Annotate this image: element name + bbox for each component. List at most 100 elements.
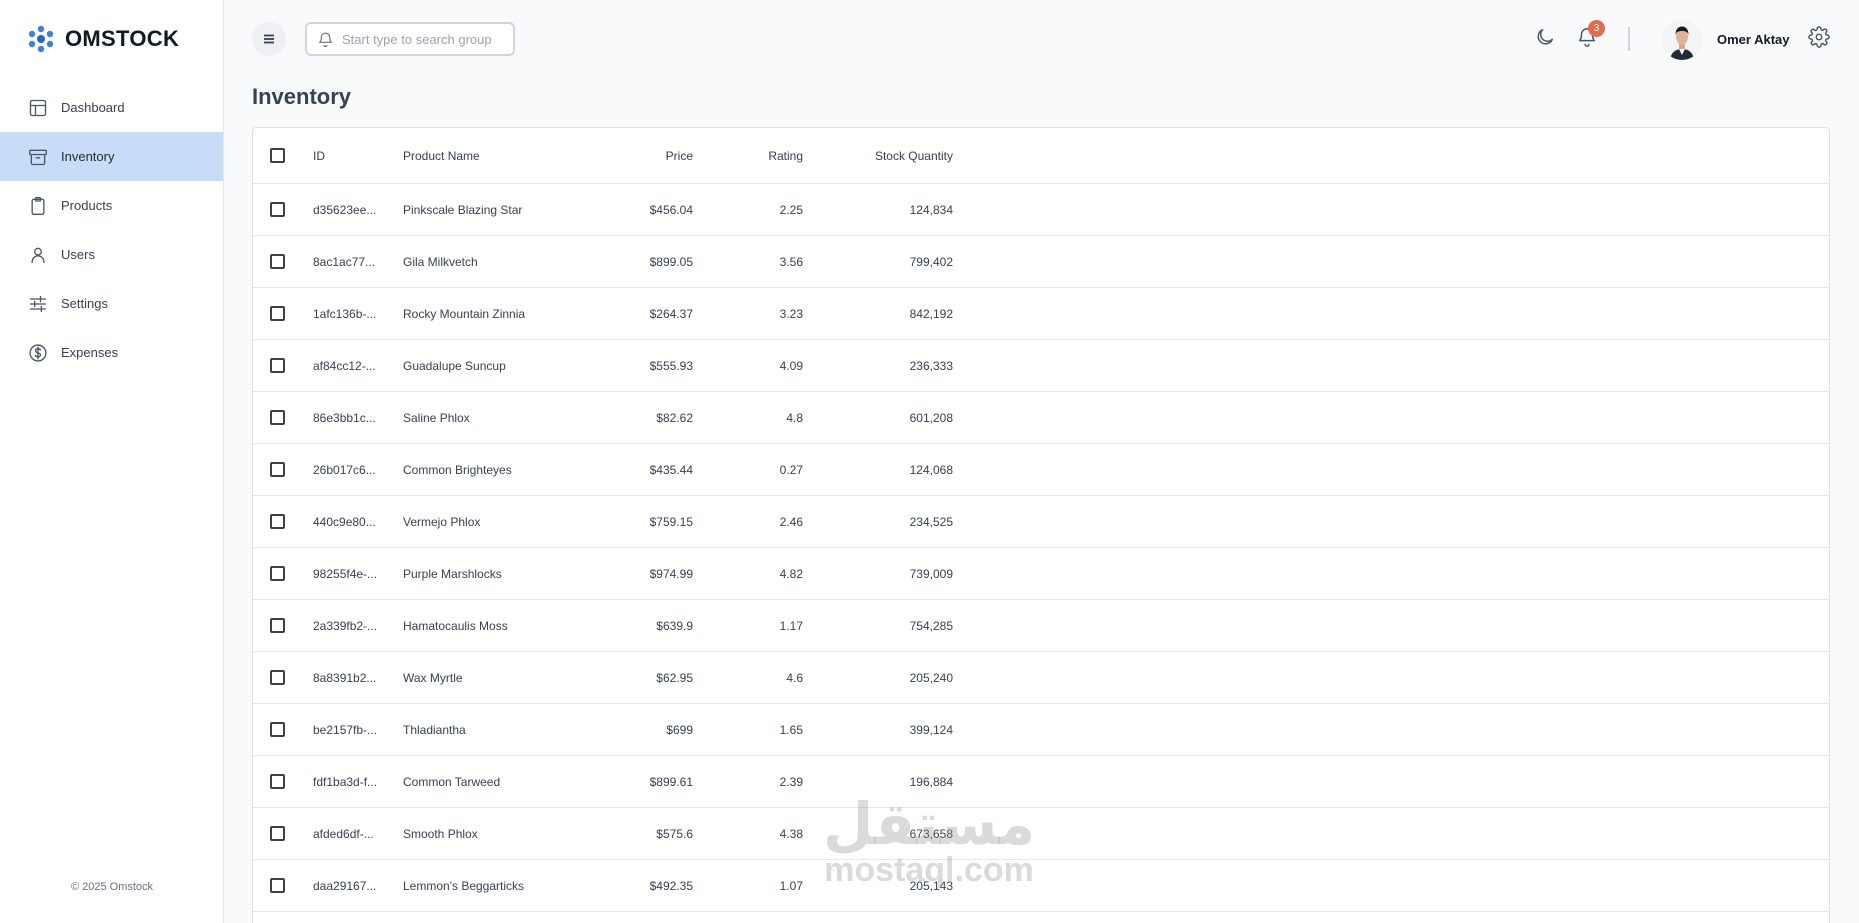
- brand[interactable]: OMSTOCK: [27, 24, 179, 54]
- dollar-circle-icon: [27, 342, 49, 364]
- cell-product-name: Guadalupe Suncup: [403, 358, 506, 373]
- table-row[interactable]: d35623ee... Pinkscale Blazing Star $456.04…: [253, 184, 1829, 236]
- cell-price: $899.05: [649, 254, 693, 269]
- cell-product-name: Hamatocaulis Moss: [403, 618, 508, 633]
- row-checkbox[interactable]: [270, 774, 285, 789]
- row-checkbox[interactable]: [270, 826, 285, 841]
- cell-id-text: d35623ee...: [313, 202, 377, 217]
- sidebar-item-label: Users: [61, 247, 95, 262]
- row-checkbox[interactable]: [270, 254, 285, 269]
- cell-id: afded6df-...: [313, 808, 385, 859]
- cell-stock-quantity: 673,658: [909, 826, 953, 841]
- row-checkbox[interactable]: [270, 514, 285, 529]
- row-checkbox[interactable]: [270, 722, 285, 737]
- settings-button[interactable]: [1806, 24, 1832, 50]
- search-bar[interactable]: [305, 22, 515, 56]
- table-header-row: ID Product Name Price Rating Stock Quant…: [253, 128, 1829, 184]
- menu-toggle-button[interactable]: [252, 22, 286, 56]
- column-header-price[interactable]: Price: [593, 128, 693, 183]
- cell-id-text: af84cc12-...: [313, 358, 376, 373]
- cell-id-text: 1afc136b-...: [313, 306, 377, 321]
- sidebar-item-dashboard[interactable]: Dashboard: [0, 83, 223, 132]
- row-select-cell: [270, 444, 290, 495]
- row-select-cell: [270, 236, 290, 287]
- cell-id-text: 26b017c6...: [313, 462, 376, 477]
- cell-rating: 2.39: [779, 774, 803, 789]
- cell-id: be2157fb-...: [313, 704, 385, 755]
- cell-stock-quantity: 601,208: [909, 410, 953, 425]
- row-checkbox[interactable]: [270, 618, 285, 633]
- row-checkbox[interactable]: [270, 462, 285, 477]
- table-row[interactable]: afded6df-... Smooth Phlox $575.6 4.38 673,65…: [253, 808, 1829, 860]
- cell-id: 8ac1ac77...: [313, 236, 385, 287]
- row-checkbox[interactable]: [270, 670, 285, 685]
- sidebar-item-label: Settings: [61, 296, 108, 311]
- cell-rating: 0.27: [779, 462, 803, 477]
- row-select-cell: [270, 288, 290, 339]
- row-select-cell: [270, 652, 290, 703]
- cell-rating: 4.09: [779, 358, 803, 373]
- cell-rating: 2.46: [779, 514, 803, 529]
- cell-id-text: 8ac1ac77...: [313, 254, 376, 269]
- search-input[interactable]: [342, 31, 492, 47]
- dark-mode-toggle[interactable]: [1532, 24, 1558, 50]
- cell-id-text: 2a339fb2-...: [313, 618, 378, 633]
- cell-price: $639.9: [656, 618, 693, 633]
- cell-id-text: 8a8391b2...: [313, 670, 377, 685]
- row-checkbox[interactable]: [270, 878, 285, 893]
- column-header-rating[interactable]: Rating: [703, 128, 803, 183]
- cell-rating: 4.82: [779, 566, 803, 581]
- row-checkbox[interactable]: [270, 202, 285, 217]
- table-row[interactable]: af84cc12-... Guadalupe Suncup $555.93 4.09 2…: [253, 340, 1829, 392]
- table-row[interactable]: be2157fb-... Thladiantha $699 1.65 399,124: [253, 704, 1829, 756]
- cell-id-text: 98255f4e-...: [313, 566, 378, 581]
- column-header-stock-quantity[interactable]: Stock Quantity: [823, 128, 953, 183]
- table-row[interactable]: 8ac1ac77... Gila Milkvetch $899.05 3.56 799,…: [253, 236, 1829, 288]
- table-row[interactable]: 26b017c6... Common Brighteyes $435.44 0.27 1…: [253, 444, 1829, 496]
- row-checkbox[interactable]: [270, 306, 285, 321]
- cell-rating: 4.6: [786, 670, 803, 685]
- cell-stock-quantity: 842,192: [909, 306, 953, 321]
- sliders-icon: [27, 293, 49, 315]
- table-row[interactable]: 1afc136b-... Rocky Mountain Zinnia $264.37…: [253, 288, 1829, 340]
- cell-id: 2a339fb2-...: [313, 600, 385, 651]
- select-all-checkbox[interactable]: [270, 148, 285, 163]
- table-row[interactable]: fdf1ba3d-f... Common Tarweed $899.61 2.39 19…: [253, 756, 1829, 808]
- cell-price: $264.37: [649, 306, 693, 321]
- cell-stock-quantity: 739,009: [909, 566, 953, 581]
- user-name[interactable]: Omer Aktay: [1717, 32, 1790, 47]
- sidebar-item-settings[interactable]: Settings: [0, 279, 223, 328]
- cell-price: $456.04: [649, 202, 693, 217]
- cell-rating: 1.07: [779, 878, 803, 893]
- cell-price: $759.15: [649, 514, 693, 529]
- cell-product-name: Common Brighteyes: [403, 462, 512, 477]
- cell-stock-quantity: 124,068: [909, 462, 953, 477]
- sidebar-item-products[interactable]: Products: [0, 181, 223, 230]
- cell-stock-quantity: 234,525: [909, 514, 953, 529]
- sidebar-item-expenses[interactable]: Expenses: [0, 328, 223, 377]
- row-checkbox[interactable]: [270, 358, 285, 373]
- column-header-product-name[interactable]: Product Name: [403, 128, 583, 183]
- table-row[interactable]: 8a8391b2... Wax Myrtle $62.95 4.6 205,240: [253, 652, 1829, 704]
- table-row[interactable]: 440c9e80... Vermejo Phlox $759.15 2.46 234,5…: [253, 496, 1829, 548]
- cell-id-text: be2157fb-...: [313, 722, 378, 737]
- table-row[interactable]: 2a339fb2-... Hamatocaulis Moss $639.9 1.17 7…: [253, 600, 1829, 652]
- divider: [1628, 27, 1630, 51]
- sidebar-item-users[interactable]: Users: [0, 230, 223, 279]
- cell-id-text: daa29167...: [313, 878, 377, 893]
- column-header-id[interactable]: ID: [313, 128, 385, 183]
- cell-id-text: 440c9e80...: [313, 514, 376, 529]
- sidebar-item-label: Expenses: [61, 345, 119, 360]
- avatar[interactable]: [1662, 20, 1702, 60]
- cell-product-name: Thladiantha: [403, 722, 466, 737]
- bell-icon: [318, 32, 333, 47]
- cell-price: $435.44: [649, 462, 693, 477]
- table-row[interactable]: daa29167... Lemmon's Beggarticks $492.35 1.…: [253, 860, 1829, 912]
- row-select-cell: [270, 756, 290, 807]
- table-row[interactable]: 86e3bb1c... Saline Phlox $82.62 4.8 601,208: [253, 392, 1829, 444]
- row-checkbox[interactable]: [270, 566, 285, 581]
- row-checkbox[interactable]: [270, 410, 285, 425]
- table-row[interactable]: 98255f4e-... Purple Marshlocks $974.99 4.82…: [253, 548, 1829, 600]
- cell-stock-quantity: 205,240: [909, 670, 953, 685]
- sidebar-item-inventory[interactable]: Inventory: [0, 132, 223, 181]
